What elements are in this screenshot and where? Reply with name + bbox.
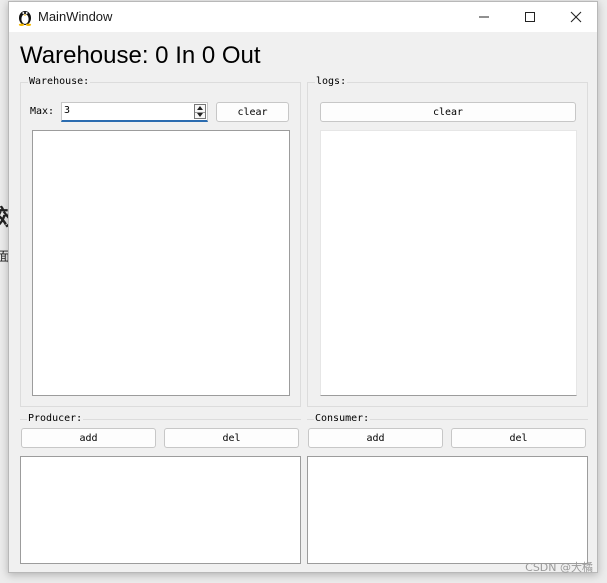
max-spinbox-value[interactable]: 3 [64,105,70,116]
warehouse-clear-button[interactable]: clear [216,102,289,122]
spinbox-down-button[interactable] [195,112,205,119]
minimize-button[interactable] [461,2,507,32]
arrow-up-icon [197,106,203,111]
consumer-group: Consumer: add del [307,413,588,565]
title-bar[interactable]: MainWindow [9,2,597,32]
consumer-list[interactable] [307,456,588,564]
logs-clear-button[interactable]: clear [320,102,576,122]
close-button[interactable] [553,2,599,32]
logs-list[interactable] [320,130,577,396]
spinbox-buttons [194,104,206,119]
producer-group-title: Producer: [27,413,84,424]
producer-list[interactable] [20,456,301,564]
minimize-icon [479,16,489,18]
maximize-button[interactable] [507,2,553,32]
status-heading: Warehouse: 0 In 0 Out [20,42,261,69]
producer-group: Producer: add del [20,413,301,565]
warehouse-list[interactable] [32,130,290,396]
warehouse-group-title: Warehouse: [28,76,91,87]
logs-group-title: logs: [315,76,348,87]
window-title: MainWindow [38,9,113,24]
watermark: CSDN @大橘 [525,561,593,574]
consumer-del-button[interactable]: del [451,428,586,448]
consumer-group-title: Consumer: [314,413,371,424]
consumer-add-button[interactable]: add [308,428,443,448]
penguin-icon [17,8,33,26]
logs-group: logs: clear [307,76,588,407]
main-window: MainWindow Warehouse: 0 In 0 Out Warehou… [8,1,598,573]
maximize-icon [525,12,535,22]
close-icon [570,11,582,23]
warehouse-group: Warehouse: Max: 3 clear [20,76,301,407]
max-spinbox[interactable]: 3 [61,102,208,122]
arrow-down-icon [197,112,203,117]
producer-del-button[interactable]: del [164,428,299,448]
producer-add-button[interactable]: add [21,428,156,448]
max-label: Max: [30,106,55,117]
